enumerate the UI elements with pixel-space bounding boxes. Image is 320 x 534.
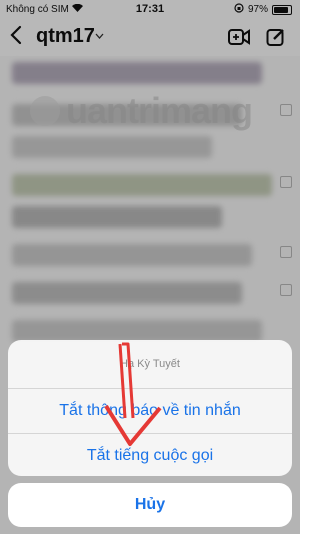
cancel-button[interactable]: Hủy (8, 483, 292, 527)
annotation-arrow-icon (100, 340, 170, 455)
